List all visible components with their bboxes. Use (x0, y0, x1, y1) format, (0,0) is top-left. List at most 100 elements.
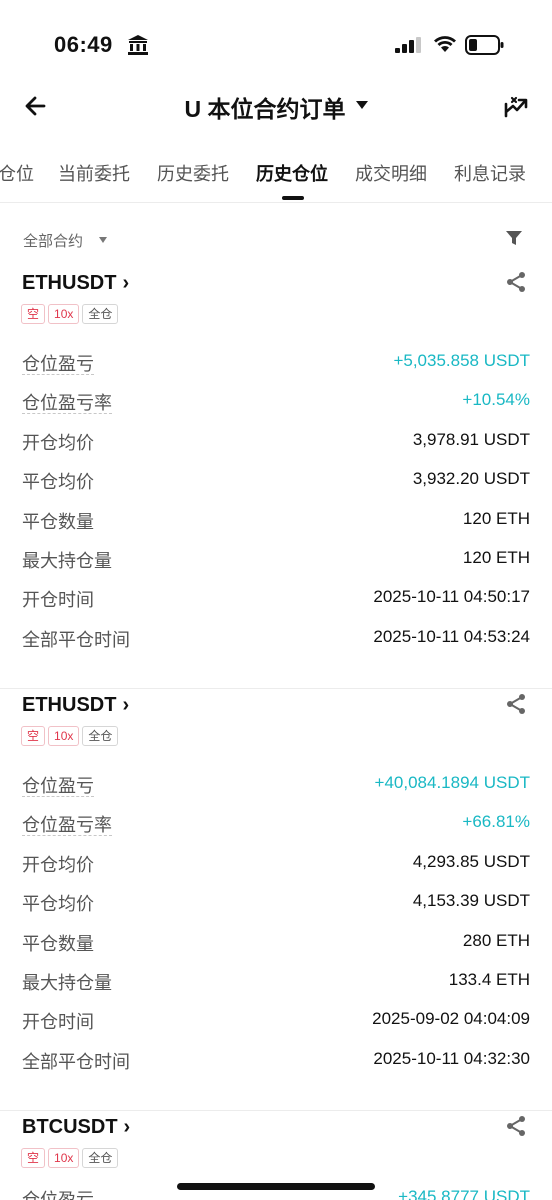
symbol-name: ETHUSDT (22, 272, 117, 294)
contract-filter-dropdown[interactable]: 全部合约 (23, 230, 83, 251)
detail-label: 开仓时间 (22, 590, 94, 611)
status-bar: 06:49 (0, 0, 552, 90)
share-icon[interactable] (504, 1114, 528, 1138)
signal-icon (395, 37, 421, 53)
detail-row: 开仓时间 2025-09-02 04:04:09 (0, 1008, 552, 1047)
detail-value: 3,978.91 USDT (412, 429, 530, 449)
detail-row: 开仓均价 4,293.85 USDT (0, 851, 552, 890)
tab-trade-history[interactable]: 成交明细 (355, 160, 427, 186)
position-details: 仓位盈亏 +5,035.858 USDT 仓位盈亏率 +10.54% 开仓均价 3,9… (0, 350, 552, 665)
detail-row: 全部平仓时间 2025-10-11 04:53:24 (0, 626, 552, 665)
wifi-icon (434, 36, 456, 52)
detail-row: 仓位盈亏 +5,035.858 USDT (0, 350, 552, 389)
tab-order-history[interactable]: 历史委托 (157, 160, 229, 186)
tab-position-history[interactable]: 历史仓位 (256, 160, 328, 186)
detail-row: 最大持仓量 133.4 ETH (0, 969, 552, 1008)
tab-open-orders[interactable]: 当前委托 (58, 160, 130, 186)
detail-row: 平仓数量 120 ETH (0, 508, 552, 547)
filter-icon[interactable] (504, 228, 524, 248)
position-tags: 空 10x 全仓 (21, 726, 121, 746)
analysis-share-icon[interactable] (502, 92, 530, 120)
side-tag: 空 (21, 1148, 46, 1168)
margin-mode-tag: 全仓 (82, 726, 119, 746)
share-icon[interactable] (504, 270, 528, 294)
detail-label: 开仓均价 (22, 854, 94, 875)
status-time: 06:49 (54, 32, 113, 57)
detail-value: 2025-10-11 04:50:17 (373, 587, 530, 607)
margin-mode-tag: 全仓 (82, 304, 119, 324)
detail-value: 280 ETH (462, 930, 530, 950)
detail-label: 平仓数量 (22, 933, 94, 954)
detail-label: 仓位盈亏 (22, 1186, 94, 1200)
filter-row: 全部合约 (0, 224, 552, 256)
detail-row: 全部平仓时间 2025-10-11 04:32:30 (0, 1048, 552, 1087)
symbol-name: BTCUSDT (22, 1116, 118, 1138)
detail-row: 平仓数量 280 ETH (0, 930, 552, 969)
page-title: U 本位合约订单 (184, 96, 346, 122)
detail-row: 仓位盈亏率 +10.54% (0, 389, 552, 428)
chevron-right-icon: › (122, 272, 130, 294)
detail-label: 仓位盈亏 (22, 776, 94, 797)
title-dropdown[interactable]: U 本位合约订单 (0, 90, 552, 124)
detail-value: +66.81% (462, 812, 530, 832)
tab-interest-records[interactable]: 利息记录 (454, 160, 526, 186)
detail-value: +40,084.1894 USDT (374, 773, 530, 792)
chevron-right-icon: › (122, 694, 130, 716)
share-icon[interactable] (504, 692, 528, 716)
detail-label: 仓位盈亏率 (22, 815, 112, 837)
detail-row: 仓位盈亏 +40,084.1894 USDT (0, 772, 552, 811)
detail-label: 仓位盈亏率 (22, 393, 112, 415)
active-tab-indicator (282, 196, 304, 200)
side-tag: 空 (21, 304, 46, 324)
caret-down-icon (99, 237, 107, 243)
detail-label: 开仓均价 (22, 432, 94, 453)
symbol-link[interactable]: BTCUSDT › (22, 1116, 130, 1139)
position-details: 仓位盈亏 +40,084.1894 USDT 仓位盈亏率 +66.81% 开仓均价 4… (0, 772, 552, 1087)
detail-value: +10.54% (462, 390, 530, 410)
symbol-link[interactable]: ETHUSDT › (22, 272, 129, 295)
position-tags: 空 10x 全仓 (21, 304, 121, 324)
symbol-link[interactable]: ETHUSDT › (22, 694, 129, 717)
detail-row: 开仓时间 2025-10-11 04:50:17 (0, 586, 552, 625)
home-indicator[interactable] (177, 1183, 375, 1190)
symbol-name: ETHUSDT (22, 694, 117, 716)
detail-value: 120 ETH (462, 508, 530, 528)
detail-value: +5,035.858 USDT (393, 351, 530, 370)
detail-value: 2025-10-11 04:53:24 (373, 626, 530, 646)
tab-positions[interactable]: 仓位 (0, 160, 34, 186)
detail-value: 133.4 ETH (448, 969, 530, 989)
leverage-tag: 10x (48, 304, 80, 324)
detail-value: 2025-09-02 04:04:09 (372, 1009, 530, 1029)
battery-icon (465, 35, 504, 55)
app-header: U 本位合约订单 (0, 80, 552, 136)
detail-value: 4,153.39 USDT (412, 891, 530, 911)
detail-value: +345.8777 USDT (398, 1187, 530, 1200)
detail-row: 仓位盈亏率 +66.81% (0, 811, 552, 850)
margin-mode-tag: 全仓 (82, 1148, 119, 1168)
caret-down-icon (355, 101, 368, 109)
detail-value: 3,932.20 USDT (412, 469, 530, 489)
detail-label: 全部平仓时间 (22, 629, 130, 650)
chevron-right-icon: › (123, 1116, 131, 1138)
side-tag: 空 (21, 726, 46, 746)
tab-bar: 仓位 当前委托 历史委托 历史仓位 成交明细 利息记录 (0, 148, 552, 203)
position-card: ETHUSDT › 空 10x 全仓 仓位盈亏 +40,084.1894 USDT 仓位… (0, 690, 552, 1111)
detail-value: 120 ETH (462, 547, 530, 567)
leverage-tag: 10x (48, 1148, 80, 1168)
detail-row: 开仓均价 3,978.91 USDT (0, 429, 552, 468)
detail-value: 2025-10-11 04:32:30 (373, 1048, 530, 1068)
detail-row: 平仓均价 3,932.20 USDT (0, 468, 552, 507)
detail-row: 平仓均价 4,153.39 USDT (0, 890, 552, 929)
leverage-tag: 10x (48, 726, 80, 746)
detail-label: 开仓时间 (22, 1012, 94, 1033)
position-tags: 空 10x 全仓 (21, 1148, 121, 1168)
detail-label: 平仓均价 (22, 894, 94, 915)
detail-row: 最大持仓量 120 ETH (0, 547, 552, 586)
detail-label: 平仓均价 (22, 472, 94, 493)
bank-icon (128, 35, 148, 55)
detail-value: 4,293.85 USDT (412, 851, 530, 871)
detail-label: 仓位盈亏 (22, 354, 94, 375)
detail-label: 全部平仓时间 (22, 1051, 130, 1072)
detail-label: 平仓数量 (22, 511, 94, 532)
detail-label: 最大持仓量 (22, 550, 112, 571)
